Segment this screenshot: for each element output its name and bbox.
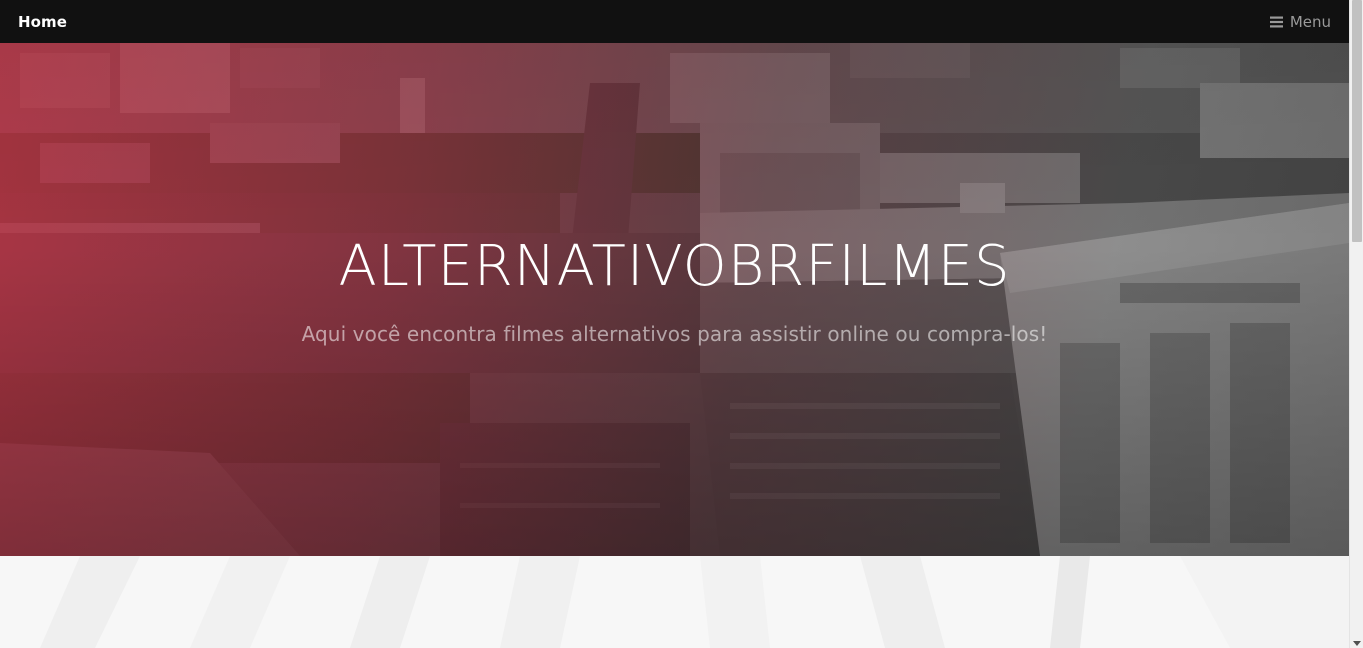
hero-section: ALTERNATIVOBRFILMES Aqui você encontra f… — [0, 43, 1349, 556]
section-background-pattern — [0, 556, 1349, 648]
hero-title: ALTERNATIVOBRFILMES — [338, 234, 1011, 299]
chevron-down-icon[interactable] — [1353, 641, 1361, 646]
vertical-scrollbar[interactable] — [1349, 0, 1363, 648]
hero-content: ALTERNATIVOBRFILMES Aqui você encontra f… — [0, 233, 1349, 346]
content-section — [0, 556, 1349, 648]
home-link[interactable]: Home — [18, 13, 67, 31]
menu-label: Menu — [1289, 12, 1331, 31]
hero-subtitle: Aqui você encontra filmes alternativos p… — [301, 322, 1048, 347]
page: Home Menu ALTERNATIVOBRFILMES Aqui você … — [0, 0, 1363, 648]
bars-icon — [1269, 16, 1283, 28]
scrollbar-thumb[interactable] — [1352, 0, 1362, 242]
menu-toggle-button[interactable]: Menu — [1269, 12, 1331, 31]
navbar: Home Menu — [0, 0, 1349, 43]
